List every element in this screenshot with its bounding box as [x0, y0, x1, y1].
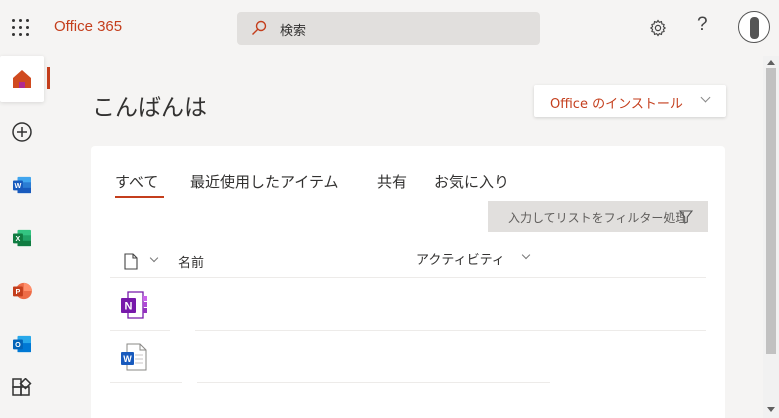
rail-item-word[interactable]: W [0, 162, 44, 208]
rail-item-create[interactable] [0, 109, 44, 155]
svg-text:O: O [15, 340, 21, 349]
search-box[interactable]: 検索 [237, 12, 540, 45]
top-bar: Office 365 検索 ? [0, 0, 779, 56]
svg-text:W: W [123, 354, 132, 364]
install-office-label: Office のインストール [550, 97, 683, 112]
column-name[interactable]: 名前 [178, 252, 204, 271]
greeting-heading: こんばんは [92, 95, 207, 121]
svg-text:X: X [16, 234, 21, 243]
tab-favorites[interactable]: お気に入り [434, 171, 509, 192]
word-icon: W [13, 176, 31, 194]
filter-icon[interactable] [679, 210, 693, 224]
brand-link[interactable]: Office 365 [54, 18, 122, 35]
filter-placeholder: 入力してリストをフィルター処理 [508, 211, 684, 225]
file-type-icon[interactable] [124, 253, 138, 270]
search-icon [252, 20, 267, 35]
documents-card: すべて 最近使用したアイテム 共有 お気に入り 入力してリストをフィルター処理 … [91, 146, 725, 418]
tab-recent[interactable]: 最近使用したアイテム [190, 171, 339, 192]
add-circle-icon [12, 122, 32, 142]
help-icon[interactable]: ? [697, 14, 708, 36]
app-rail: W X P O [0, 56, 48, 418]
avatar[interactable] [738, 11, 770, 43]
settings-gear-icon[interactable] [649, 19, 667, 37]
table-row[interactable]: N [110, 279, 706, 331]
onenote-file-icon: N [121, 291, 147, 319]
home-icon [13, 70, 31, 88]
tab-selected-indicator [115, 196, 164, 198]
scroll-up-arrow-icon[interactable] [767, 60, 775, 65]
search-input[interactable]: 検索 [280, 20, 306, 39]
chevron-down-icon[interactable] [521, 250, 531, 260]
rail-item-outlook[interactable]: O [0, 321, 44, 367]
install-office-button[interactable]: Office のインストール [534, 85, 726, 117]
table-header: 名前 アクティビティ [110, 244, 706, 278]
scroll-down-arrow-icon[interactable] [767, 407, 775, 412]
svg-text:W: W [15, 181, 22, 190]
column-activity[interactable]: アクティビティ [416, 249, 505, 268]
rail-item-home[interactable] [0, 56, 44, 102]
excel-icon: X [13, 229, 31, 247]
word-file-icon: W [121, 343, 147, 371]
rail-item-all-apps[interactable] [0, 366, 44, 412]
svg-text:N: N [125, 301, 133, 313]
scroll-thumb[interactable] [766, 68, 776, 354]
page-scrollbar[interactable] [763, 56, 779, 418]
rail-item-excel[interactable]: X [0, 215, 44, 261]
active-indicator [47, 67, 50, 89]
tab-all[interactable]: すべて [115, 171, 158, 192]
tab-shared[interactable]: 共有 [377, 171, 407, 192]
powerpoint-icon: P [13, 282, 32, 300]
chevron-down-icon[interactable] [149, 253, 159, 263]
all-apps-icon [12, 378, 32, 396]
svg-text:P: P [16, 287, 21, 296]
outlook-icon: O [13, 335, 31, 353]
app-launcher-icon[interactable] [12, 19, 32, 37]
table-row[interactable]: W [110, 331, 550, 383]
filter-input[interactable]: 入力してリストをフィルター処理 [488, 201, 708, 232]
chevron-down-icon [700, 92, 711, 103]
rail-item-powerpoint[interactable]: P [0, 268, 44, 314]
